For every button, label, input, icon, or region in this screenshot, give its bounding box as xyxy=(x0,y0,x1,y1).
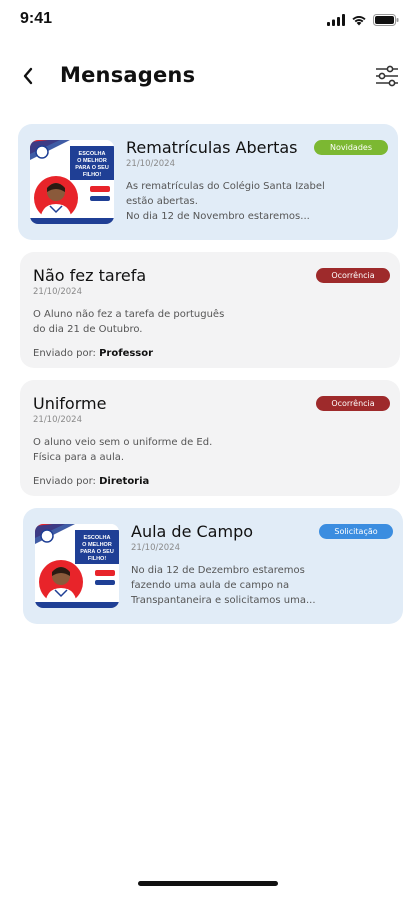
message-thumbnail: ESCOLHA O MELHOR PARA O SEU FILHO! xyxy=(35,524,119,608)
status-bar: 9:41 xyxy=(0,0,415,44)
battery-icon xyxy=(373,14,399,26)
message-preview-line: No dia 12 de Dezembro estaremos xyxy=(131,565,305,576)
message-thumbnail: ESCOLHA O MELHOR PARA O SEU FILHO! xyxy=(30,140,114,224)
chevron-left-icon xyxy=(23,67,33,85)
message-sender: Enviado por: Diretoria xyxy=(33,476,149,487)
page-title: Mensagens xyxy=(60,63,196,87)
sender-label: Enviado por: xyxy=(33,348,96,359)
thumb-text-1: ESCOLHA xyxy=(84,535,111,541)
message-preview: No dia 12 de Dezembro estaremos fazendo … xyxy=(131,563,391,608)
message-card-uniforme[interactable]: Uniforme 21/10/2024 Ocorrência O aluno v… xyxy=(20,380,400,496)
sliders-icon xyxy=(376,65,398,87)
message-preview-line: Transpantaneira e solicitamos uma... xyxy=(131,595,316,606)
status-time: 9:41 xyxy=(20,10,53,27)
message-date: 21/10/2024 xyxy=(131,543,180,553)
thumb-text-4: FILHO! xyxy=(83,172,101,178)
message-preview-line: As rematrículas do Colégio Santa Izabel xyxy=(126,181,325,192)
message-sender: Enviado por: Professor xyxy=(33,348,153,359)
thumb-text-4: FILHO! xyxy=(88,556,106,562)
message-preview-line: O aluno veio sem o uniforme de Ed. xyxy=(33,437,213,448)
category-badge-novidades: Novidades xyxy=(314,140,388,155)
thumb-text-3: PARA O SEU xyxy=(75,165,109,171)
message-preview: As rematrículas do Colégio Santa Izabel … xyxy=(126,179,386,224)
message-preview: O Aluno não fez a tarefa de português do… xyxy=(33,307,293,337)
message-preview-line: O Aluno não fez a tarefa de português xyxy=(33,309,225,320)
sender-label: Enviado por: xyxy=(33,476,96,487)
thumb-text-3: PARA O SEU xyxy=(80,549,114,555)
message-title: Uniforme xyxy=(33,394,107,413)
message-card-aula-de-campo[interactable]: ESCOLHA O MELHOR PARA O SEU FILHO! Aula … xyxy=(23,508,403,624)
message-date: 21/10/2024 xyxy=(33,287,82,297)
message-preview-line: estão abertas. xyxy=(126,196,198,207)
message-card-nao-fez-tarefa[interactable]: Não fez tarefa 21/10/2024 Ocorrência O A… xyxy=(20,252,400,368)
back-button[interactable] xyxy=(12,60,44,92)
thumb-text-2: O MELHOR xyxy=(82,542,112,548)
message-title: Não fez tarefa xyxy=(33,266,147,285)
category-badge-ocorrencia: Ocorrência xyxy=(316,396,390,411)
category-badge-ocorrencia: Ocorrência xyxy=(316,268,390,283)
thumb-text-2: O MELHOR xyxy=(77,158,107,164)
filter-button[interactable] xyxy=(371,60,403,92)
home-indicator[interactable] xyxy=(138,881,278,886)
sender-name: Diretoria xyxy=(99,476,150,487)
message-card-rematriculas[interactable]: ESCOLHA O MELHOR PARA O SEU FILHO! Remat… xyxy=(18,124,398,240)
sender-name: Professor xyxy=(99,348,154,359)
message-date: 21/10/2024 xyxy=(126,159,175,169)
thumb-text-1: ESCOLHA xyxy=(79,151,106,157)
message-title: Rematrículas Abertas xyxy=(126,138,298,157)
wifi-icon xyxy=(352,16,366,26)
message-title: Aula de Campo xyxy=(131,522,254,541)
message-preview-line: Física para a aula. xyxy=(33,452,125,463)
message-preview-line: do dia 21 de Outubro. xyxy=(33,324,143,335)
status-icons xyxy=(327,14,399,26)
school-promo-image: ESCOLHA O MELHOR PARA O SEU FILHO! xyxy=(35,524,119,608)
message-preview: O aluno veio sem o uniforme de Ed. Físic… xyxy=(33,435,293,465)
header: Mensagens xyxy=(0,56,415,96)
school-promo-image: ESCOLHA O MELHOR PARA O SEU FILHO! xyxy=(30,140,114,224)
category-badge-solicitacao: Solicitação xyxy=(319,524,393,539)
message-date: 21/10/2024 xyxy=(33,415,82,425)
message-preview-line: fazendo uma aula de campo na xyxy=(131,580,290,591)
signal-icon xyxy=(327,14,345,26)
message-preview-line: No dia 12 de Novembro estaremos... xyxy=(126,211,310,222)
